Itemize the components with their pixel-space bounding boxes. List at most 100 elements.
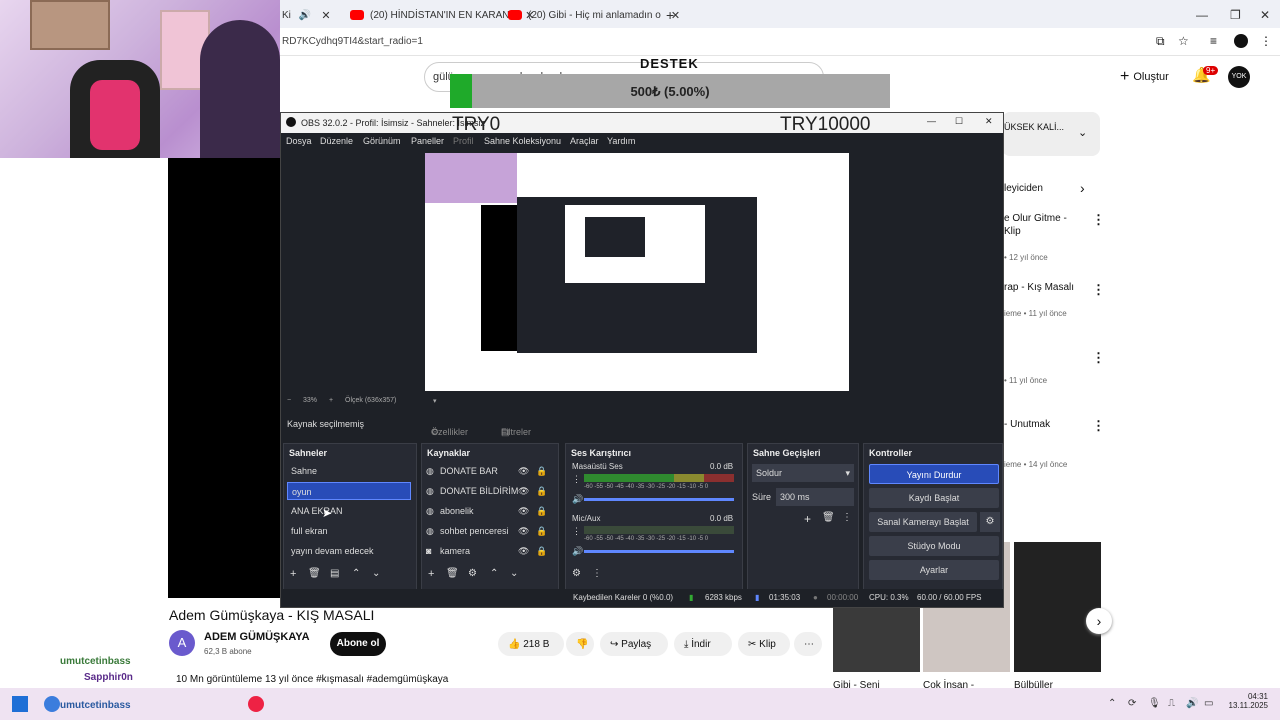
source-item[interactable]: ◍ DONATE BAR 👁 🔒 xyxy=(426,462,548,480)
menu-scene-collection[interactable]: Sahne Koleksiyonu xyxy=(484,136,561,146)
battery-icon[interactable]: ▭ xyxy=(1204,698,1213,709)
mixer-menu-icon[interactable]: ⋮ xyxy=(592,568,602,579)
cast-icon[interactable]: ⧉ xyxy=(1156,34,1165,49)
transition-select[interactable]: Soldur ▾ xyxy=(752,464,854,482)
start-recording-button[interactable]: Kaydı Başlat xyxy=(869,488,999,508)
avatar[interactable]: YOK xyxy=(1228,66,1250,88)
related-title[interactable]: leyiciden xyxy=(1004,182,1043,195)
gear-icon[interactable]: ⚙ xyxy=(468,568,477,579)
trash-icon[interactable]: 🗑 xyxy=(446,568,459,579)
chevron-up-icon[interactable]: ⌃ xyxy=(1108,698,1116,709)
video-player[interactable] xyxy=(168,158,280,598)
more-icon[interactable]: ⋮ xyxy=(1092,282,1105,298)
lock-icon[interactable]: 🔒 xyxy=(536,466,547,477)
dislike-button[interactable]: 👎 xyxy=(566,632,594,656)
menu-file[interactable]: Dosya xyxy=(286,136,312,146)
browser-tab[interactable]: (20) HİNDİSTAN'IN EN KARANL ✕ xyxy=(350,4,534,26)
clock[interactable]: 04:31 13.11.2025 xyxy=(1229,692,1268,710)
related-title[interactable]: e Olur Gitme - Klip xyxy=(1004,212,1067,238)
speaker-icon[interactable]: 🔊 xyxy=(572,494,583,505)
eye-icon[interactable]: 👁 xyxy=(518,506,529,517)
windows-start-icon[interactable] xyxy=(12,696,28,712)
download-button[interactable]: ⤓ İndir xyxy=(674,632,732,656)
move-down-icon[interactable]: ⌄ xyxy=(510,568,518,579)
eye-icon[interactable]: 👁 xyxy=(518,466,529,477)
chrome-icon[interactable] xyxy=(248,696,264,712)
create-button[interactable]: + Oluştur xyxy=(1120,64,1180,90)
more-icon[interactable]: ⋮ xyxy=(1092,212,1105,228)
network-icon[interactable]: ⎍ xyxy=(1168,698,1175,709)
new-tab-icon[interactable]: + xyxy=(666,4,674,26)
maximize-icon[interactable]: ❐ xyxy=(1230,4,1241,26)
speaker-icon[interactable]: 🔊 xyxy=(299,10,311,21)
move-up-icon[interactable]: ⌃ xyxy=(352,568,360,579)
transition-menu-icon[interactable]: ⋮ xyxy=(842,512,852,523)
quality-chip[interactable]: ÜKSEK KALİ... ⌄ xyxy=(1002,112,1100,156)
browser-tab[interactable]: (20) Gibi - Hiç mi anlamadın o ✕ xyxy=(508,4,680,26)
related-title[interactable]: rap - Kış Masalı xyxy=(1004,281,1074,294)
menu-view[interactable]: Görünüm xyxy=(363,136,401,146)
add-transition-icon[interactable]: + xyxy=(804,512,811,526)
chevron-right-icon[interactable]: › xyxy=(1080,180,1085,196)
start-virtual-camera-button[interactable]: Sanal Kamerayı Başlat xyxy=(869,512,977,532)
share-button[interactable]: ↪ Paylaş xyxy=(600,632,668,656)
zoom-out-icon[interactable]: − xyxy=(287,397,291,404)
settings-button[interactable]: Ayarlar xyxy=(869,560,999,580)
close-window-icon[interactable]: ✕ xyxy=(1260,4,1270,26)
volume-slider[interactable] xyxy=(584,498,734,501)
menu-tools[interactable]: Araçlar xyxy=(570,136,599,146)
subscribe-button[interactable]: Abone ol xyxy=(330,632,386,656)
scene-item[interactable]: Sahne xyxy=(287,462,411,480)
filter-icon[interactable]: ▤ xyxy=(330,568,339,579)
lock-icon[interactable]: 🔒 xyxy=(536,506,547,517)
shorts-thumbnail[interactable] xyxy=(1014,542,1101,672)
lock-icon[interactable]: 🔒 xyxy=(536,546,547,557)
more-icon[interactable]: ⋮ xyxy=(1092,418,1105,434)
move-up-icon[interactable]: ⌃ xyxy=(490,568,498,579)
maximize-icon[interactable]: ☐ xyxy=(955,116,963,127)
channel-name[interactable]: ADEM GÜMÜŞKAYA xyxy=(204,631,310,643)
next-arrow-icon[interactable]: › xyxy=(1086,608,1112,634)
menu-icon[interactable]: ⋮ xyxy=(1260,34,1272,48)
source-item[interactable]: ◍ sohbet penceresi 👁 🔒 xyxy=(426,522,548,540)
source-item[interactable]: ◍ DONATE BİLDİRİM 👁 🔒 xyxy=(426,482,548,500)
mic-icon[interactable]: 🎙 xyxy=(1148,698,1161,709)
scene-item-selected[interactable]: oyun xyxy=(287,482,411,500)
minimize-icon[interactable]: — xyxy=(927,116,936,126)
more-icon[interactable]: ⋮ xyxy=(1092,350,1105,366)
star-icon[interactable]: ☆ xyxy=(1178,34,1189,48)
scene-item[interactable]: full ekran xyxy=(287,522,411,540)
trash-icon[interactable]: 🗑 xyxy=(822,512,835,523)
channel-menu-icon[interactable]: ⋮ xyxy=(572,526,581,537)
app-icon[interactable] xyxy=(44,696,60,712)
minimize-icon[interactable]: — xyxy=(1196,4,1208,26)
close-window-icon[interactable]: ✕ xyxy=(985,116,993,127)
zoom-in-icon[interactable]: + xyxy=(329,397,333,404)
add-source-icon[interactable]: + xyxy=(428,568,434,580)
menu-profile[interactable]: Profil xyxy=(453,136,474,146)
scene-item[interactable]: yayın devam edecek xyxy=(287,542,411,560)
volume-icon[interactable]: 🔊 xyxy=(1186,698,1198,709)
channel-menu-icon[interactable]: ⋮ xyxy=(572,474,581,485)
menu-docks[interactable]: Paneller xyxy=(411,136,444,146)
menu-edit[interactable]: Düzenle xyxy=(320,136,353,146)
add-scene-icon[interactable]: + xyxy=(290,568,296,580)
eye-icon[interactable]: 👁 xyxy=(518,546,529,557)
trash-icon[interactable]: 🗑 xyxy=(308,568,321,579)
stop-streaming-button[interactable]: Yayını Durdur xyxy=(869,464,999,484)
like-button[interactable]: 👍 218 B xyxy=(498,632,564,656)
profile-icon[interactable] xyxy=(1234,34,1248,48)
close-tab-icon[interactable]: ✕ xyxy=(321,9,330,22)
more-actions-button[interactable]: ⋯ xyxy=(794,632,822,656)
eye-icon[interactable]: 👁 xyxy=(518,486,529,497)
dropdown-icon[interactable]: ▾ xyxy=(433,397,437,405)
source-item[interactable]: ◙ kamera 👁 🔒 xyxy=(426,542,548,560)
address-bar[interactable]: RD7KCydhq9TI4&start_radio=1 ⧉ ☆ ≡ ⋮ xyxy=(280,28,1280,56)
move-down-icon[interactable]: ⌄ xyxy=(372,568,380,579)
menu-help[interactable]: Yardım xyxy=(607,136,635,146)
sync-icon[interactable]: ⟳ xyxy=(1128,698,1136,709)
lock-icon[interactable]: 🔒 xyxy=(536,526,547,537)
related-title[interactable]: - Unutmak xyxy=(1004,418,1050,431)
eye-icon[interactable]: 👁 xyxy=(518,526,529,537)
source-item[interactable]: ◍ abonelik 👁 🔒 xyxy=(426,502,548,520)
